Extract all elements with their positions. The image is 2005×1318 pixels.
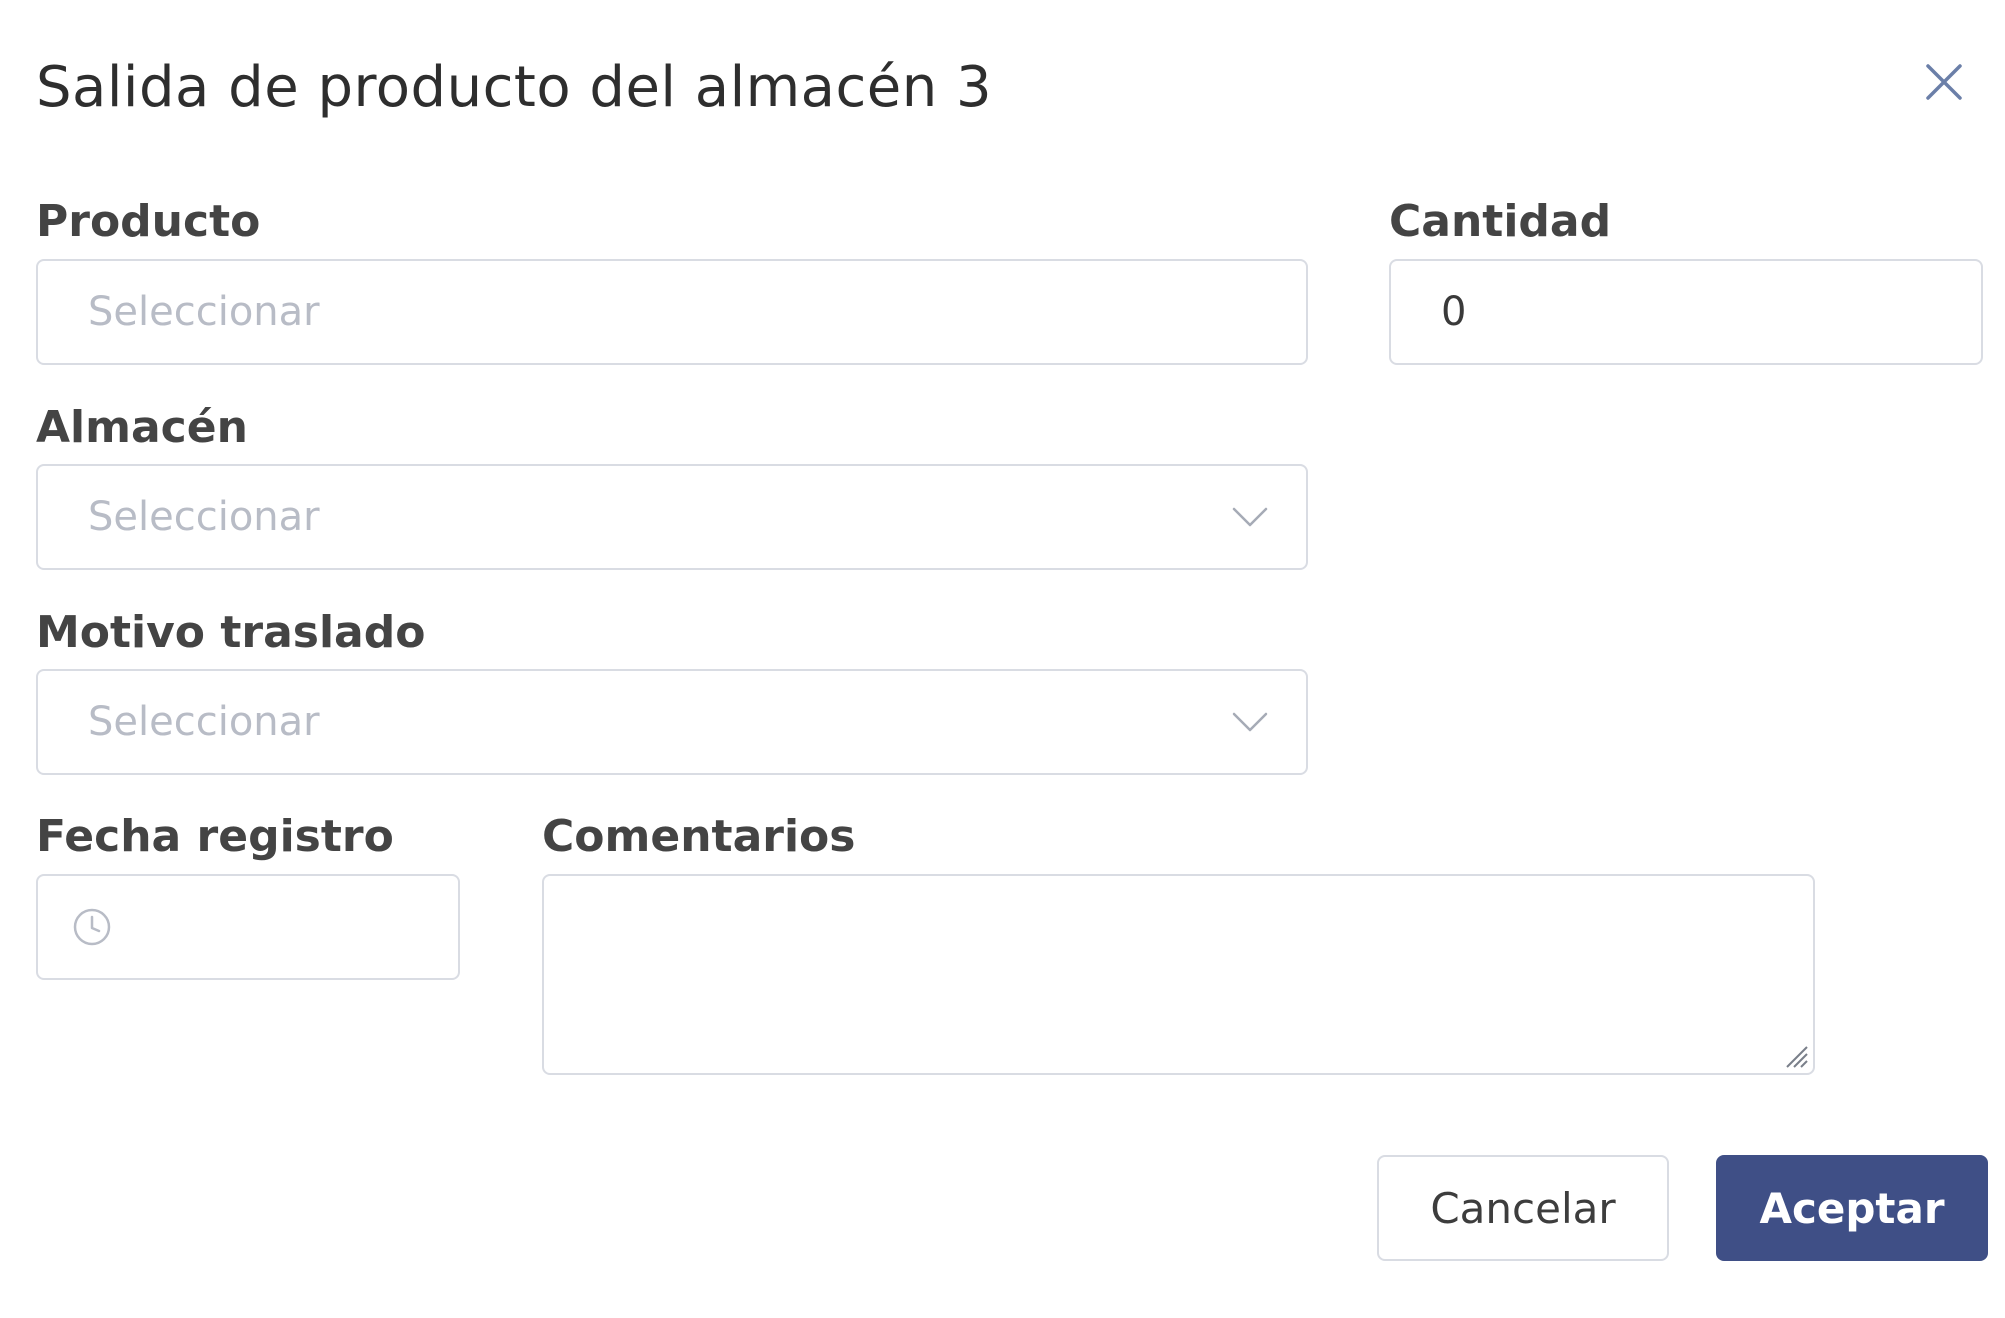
clock-icon — [73, 908, 111, 946]
comentarios-textarea[interactable] — [542, 874, 1815, 1075]
fecha-input[interactable] — [36, 874, 460, 980]
producto-placeholder: Seleccionar — [88, 289, 320, 335]
cantidad-label: Cantidad — [1389, 196, 1612, 247]
motivo-label: Motivo traslado — [36, 607, 426, 658]
cantidad-value: 0 — [1441, 289, 1467, 335]
close-icon — [1926, 64, 1962, 100]
chevron-down-icon — [1232, 712, 1268, 732]
producto-select[interactable]: Seleccionar — [36, 259, 1308, 365]
cancel-button[interactable]: Cancelar — [1377, 1155, 1669, 1261]
almacen-label: Almacén — [36, 402, 248, 453]
accept-button[interactable]: Aceptar — [1716, 1155, 1988, 1261]
almacen-select[interactable]: Seleccionar — [36, 464, 1308, 570]
fecha-label: Fecha registro — [36, 811, 394, 862]
close-button[interactable] — [1920, 58, 1968, 106]
dialog-title: Salida de producto del almacén 3 — [36, 55, 993, 120]
motivo-placeholder: Seleccionar — [88, 699, 320, 745]
cantidad-input[interactable]: 0 — [1389, 259, 1983, 365]
motivo-select[interactable]: Seleccionar — [36, 669, 1308, 775]
chevron-down-icon — [1232, 507, 1268, 527]
almacen-placeholder: Seleccionar — [88, 494, 320, 540]
resize-handle-icon[interactable] — [1783, 1043, 1809, 1069]
exit-product-dialog: Salida de producto del almacén 3 Product… — [0, 0, 2005, 1318]
comentarios-label: Comentarios — [542, 811, 856, 862]
producto-label: Producto — [36, 196, 261, 247]
